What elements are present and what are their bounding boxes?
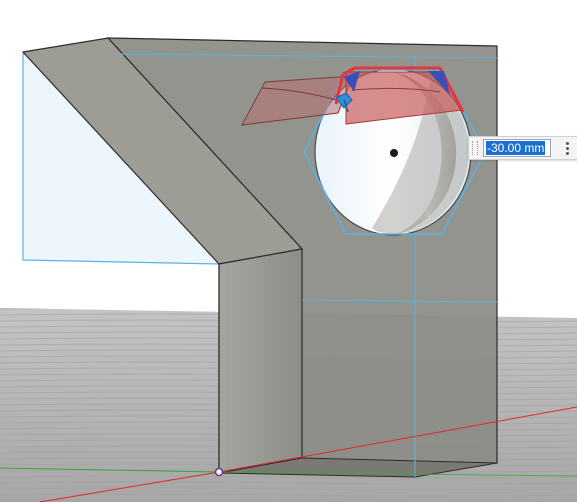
hole-center-point[interactable]: [390, 149, 398, 157]
distance-value[interactable]: -30.00 mm: [486, 141, 546, 155]
drag-handle[interactable]: [472, 141, 478, 155]
dimension-input-box: -30.00 mm: [468, 136, 577, 160]
3d-viewport[interactable]: [0, 0, 577, 502]
pillar-face[interactable]: [218, 248, 303, 474]
model-canvas[interactable]: [0, 0, 577, 502]
vertical-ellipsis-icon[interactable]: [561, 139, 573, 157]
distance-input[interactable]: -30.00 mm: [483, 139, 551, 157]
origin-point[interactable]: [214, 467, 224, 477]
